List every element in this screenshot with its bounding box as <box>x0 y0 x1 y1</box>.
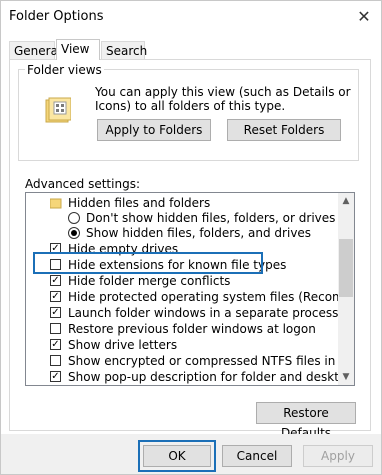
radio-button[interactable] <box>68 227 80 239</box>
reset-folders-button[interactable]: Reset Folders <box>227 119 341 141</box>
apply-button[interactable]: Apply <box>303 445 373 467</box>
list-item-label: Show drive letters <box>68 338 178 352</box>
folder-view-icon <box>45 97 71 123</box>
apply-to-folders-button[interactable]: Apply to Folders <box>97 119 211 141</box>
tab-search[interactable]: Search <box>101 41 147 59</box>
cancel-button[interactable]: Cancel <box>222 445 292 467</box>
advanced-settings-list[interactable]: Hidden files and folders Don't show hidd… <box>25 192 355 386</box>
scroll-down-icon[interactable]: ▼ <box>338 369 354 385</box>
checkbox[interactable] <box>50 323 61 334</box>
tab-view[interactable]: View <box>56 39 100 60</box>
checkbox[interactable]: ✓ <box>50 291 61 302</box>
list-item-label: Launch folder windows in a separate proc… <box>68 306 339 320</box>
scrollbar-thumb[interactable] <box>339 239 353 297</box>
ok-highlight-outline <box>138 440 216 472</box>
highlight-outline <box>33 252 263 274</box>
tab-general[interactable]: General <box>9 41 61 59</box>
checkbox[interactable]: ✓ <box>50 275 61 286</box>
restore-defaults-button[interactable]: Restore Defaults <box>256 402 356 440</box>
list-item-label: Hide folder merge conflicts <box>68 274 231 288</box>
checkbox[interactable]: ✓ <box>50 307 61 318</box>
checkbox[interactable]: ✓ <box>50 339 61 350</box>
list-item-label: Show hidden files, folders, and drives <box>86 226 312 240</box>
scroll-up-icon[interactable]: ▲ <box>338 193 354 209</box>
list-item-label: Show pop-up description for folder and d… <box>68 370 354 384</box>
folder-options-dialog: Folder Options ✕ General View Search Fol… <box>0 0 382 475</box>
title-bar: Folder Options ✕ <box>1 1 381 33</box>
list-item-label: Restore previous folder windows at logon <box>68 322 316 336</box>
list-item-label: Show encrypted or compressed NTFS files … <box>68 354 355 368</box>
folder-views-description: You can apply this view (such as Details… <box>95 85 351 113</box>
close-icon[interactable]: ✕ <box>353 6 375 28</box>
list-item-label: Hidden files and folders <box>68 196 211 210</box>
list-item-label: Hide protected operating system files (R… <box>68 290 354 304</box>
checkbox[interactable] <box>50 355 61 366</box>
checkbox[interactable]: ✓ <box>50 371 61 382</box>
list-item-label: Don't show hidden files, folders, or dri… <box>86 211 336 225</box>
advanced-settings-label: Advanced settings: <box>25 177 140 191</box>
radio-button[interactable] <box>68 212 80 224</box>
folder-views-legend: Folder views <box>25 63 104 77</box>
window-title: Folder Options <box>9 9 104 24</box>
vertical-scrollbar[interactable]: ▲ ▼ <box>338 193 354 385</box>
folder-icon <box>50 198 62 209</box>
